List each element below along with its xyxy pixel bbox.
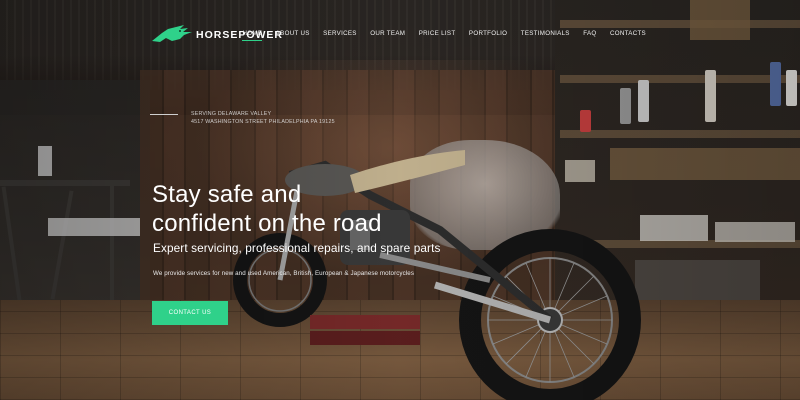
contact-us-button[interactable]: CONTACT US bbox=[152, 301, 228, 325]
nav-about-us[interactable]: ABOUT US bbox=[276, 30, 310, 41]
address-block: SERVING DELAWARE VALLEY 4517 WASHINGTON … bbox=[191, 110, 335, 126]
nav-testimonials[interactable]: TESTIMONIALS bbox=[521, 30, 570, 41]
hero-description: We provide services for new and used Ame… bbox=[153, 270, 415, 277]
address-line-2: 4517 WASHINGTON STREET PHILADELPHIA PA 1… bbox=[191, 119, 335, 125]
address-line-1: SERVING DELAWARE VALLEY bbox=[191, 111, 272, 117]
nav-faq[interactable]: FAQ bbox=[583, 30, 596, 41]
hero-headline-line-1: Stay safe and bbox=[152, 181, 302, 208]
nav-home[interactable]: HOME bbox=[242, 30, 263, 41]
nav-price-list[interactable]: PRICE LIST bbox=[419, 30, 456, 41]
nav-our-team[interactable]: OUR TEAM bbox=[370, 30, 405, 41]
nav-services[interactable]: SERVICES bbox=[323, 30, 357, 41]
nav-contacts[interactable]: CONTACTS bbox=[610, 30, 646, 41]
hero-headline: Stay safe and confident on the road bbox=[152, 180, 472, 238]
horse-head-icon bbox=[152, 25, 192, 42]
hero-subheadline: Expert servicing, professional repairs, … bbox=[153, 241, 441, 255]
nav-portfolio[interactable]: PORTFOLIO bbox=[469, 30, 507, 41]
main-nav: HOME ABOUT US SERVICES OUR TEAM PRICE LI… bbox=[229, 30, 646, 41]
hero-headline-line-2: confident on the road bbox=[152, 210, 382, 237]
address-divider bbox=[150, 114, 178, 115]
